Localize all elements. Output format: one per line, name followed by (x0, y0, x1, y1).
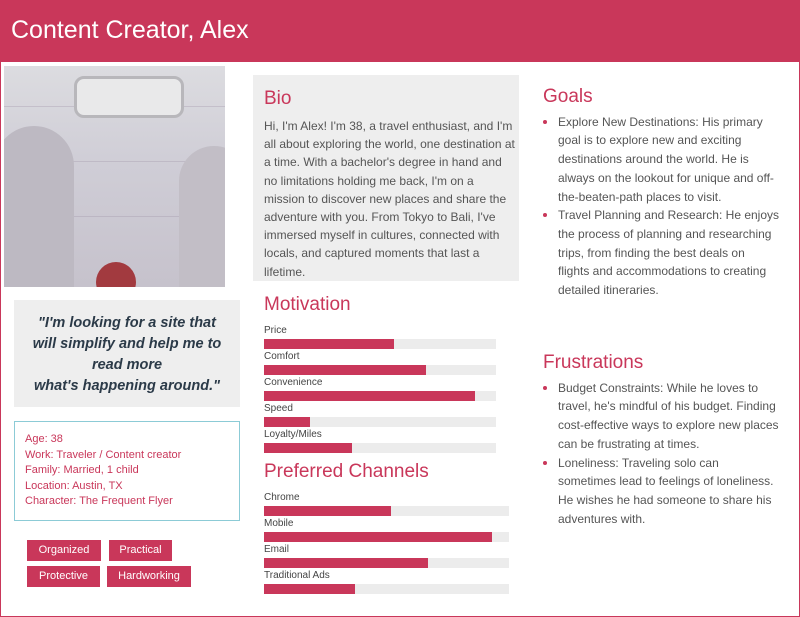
bar-label: Mobile (264, 518, 294, 529)
bar-track (264, 339, 496, 349)
bar-track (264, 443, 496, 453)
age-text: Age: 38 (25, 433, 63, 445)
bar-label: Convenience (264, 377, 323, 388)
bio-panel: Bio Hi, I'm Alex! I'm 38, a travel enthu… (253, 75, 519, 281)
quote-line: what's happening around." (34, 378, 220, 394)
quote-line: will simplify and help me to (32, 336, 222, 352)
bar-fill (264, 391, 475, 401)
bar-fill (264, 365, 426, 375)
goals-section: Goals Explore New Destinations: His prim… (543, 86, 779, 300)
goals-title: Goals (543, 86, 593, 107)
character-text: Character: The Frequent Flyer (25, 495, 173, 508)
persona-quote: "I'm looking for a site that will simpli… (14, 300, 240, 407)
frustrations-title: Frustrations (543, 352, 644, 373)
work-text: Work: Traveler / Content creator (25, 448, 182, 461)
bio-text: Hi, I'm Alex! I'm 38, a travel enthusias… (264, 119, 515, 279)
bar-label: Email (264, 544, 290, 555)
bar-track (264, 417, 496, 427)
bar-label: Traditional Ads (264, 570, 330, 581)
bar-fill (264, 558, 428, 568)
demographics-box: Age: 38 Work: Traveler / Content creator… (14, 421, 240, 521)
trait-tag: Hardworking (107, 566, 191, 587)
quote-line: "I'm looking for a site that (38, 315, 216, 331)
bar-fill (264, 584, 355, 594)
bar-track (264, 506, 509, 516)
motivation-title: Motivation (264, 294, 351, 315)
header-bar: Content Creator, Alex (0, 0, 800, 62)
bar-label: Comfort (264, 351, 300, 362)
bar-label: Loyalty/Miles (264, 429, 322, 440)
trait-tag: Organized (27, 540, 101, 561)
bar-fill (264, 506, 391, 516)
bio-title: Bio (264, 88, 292, 109)
bar-fill (264, 339, 394, 349)
goal-item: Explore New Destinations: His primary go… (543, 113, 779, 207)
bar-label: Chrome (264, 492, 300, 503)
bar-fill (264, 532, 492, 542)
bar-track (264, 584, 509, 594)
channels-title: Preferred Channels (264, 461, 429, 482)
bar-track (264, 532, 509, 542)
frustrations-section: Frustrations Budget Constraints: While h… (543, 352, 779, 529)
profile-photo (4, 66, 225, 287)
family-text: Family: Married, 1 child (25, 464, 139, 477)
location-text: Location: Austin, TX (25, 479, 123, 492)
bar-fill (264, 417, 310, 427)
bar-track (264, 558, 509, 568)
bar-track (264, 365, 496, 375)
frustration-item: Budget Constraints: While he loves to tr… (543, 379, 779, 454)
bar-fill (264, 443, 352, 453)
bar-track (264, 391, 496, 401)
bar-label: Speed (264, 403, 293, 414)
page-title: Content Creator, Alex (11, 16, 249, 44)
bar-label: Price (264, 325, 287, 336)
trait-tag: Protective (27, 566, 100, 587)
quote-line: read more (91, 357, 163, 373)
goal-item: Travel Planning and Research: He enjoys … (543, 206, 779, 300)
frustration-item: Loneliness: Traveling solo can sometimes… (543, 454, 779, 529)
trait-tag: Practical (109, 540, 172, 561)
